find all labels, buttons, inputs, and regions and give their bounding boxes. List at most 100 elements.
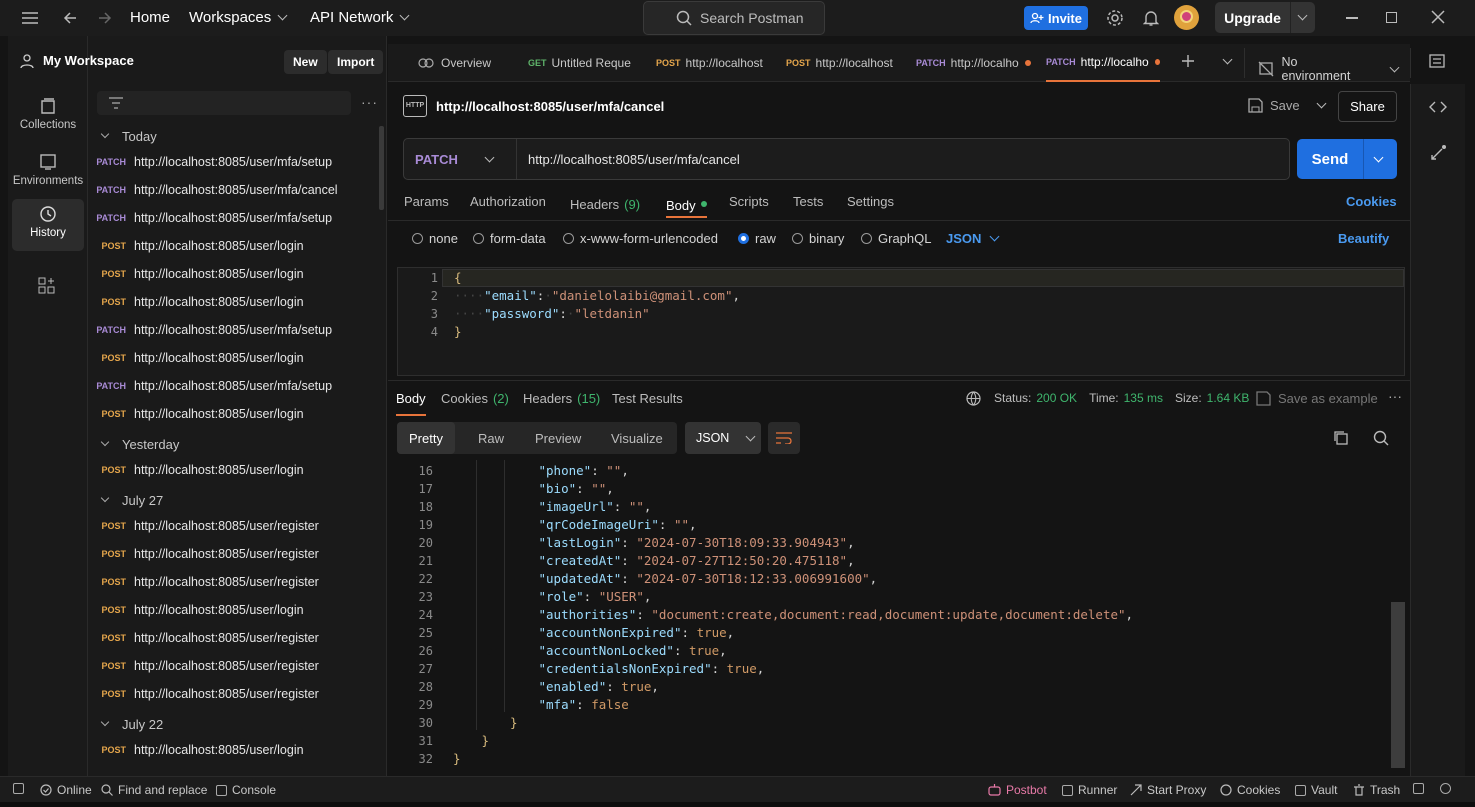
status-value[interactable]: 200 OK: [1036, 391, 1077, 405]
history-item[interactable]: POST http://localhost:8085/user/login: [88, 739, 378, 761]
method-select[interactable]: PATCH: [415, 152, 515, 167]
save-as-example-button[interactable]: Save as example: [1256, 391, 1378, 406]
tab-params[interactable]: Params: [404, 194, 449, 214]
gear-icon[interactable]: [1106, 9, 1124, 30]
menu-icon[interactable]: [22, 12, 38, 27]
online-status[interactable]: Online: [40, 783, 92, 797]
history-item[interactable]: POST http://localhost:8085/user/login: [88, 459, 378, 481]
history-item[interactable]: POST http://localhost:8085/user/register: [88, 683, 378, 705]
api-network-menu[interactable]: API Network: [310, 9, 410, 26]
resp-tab-test-results[interactable]: Test Results: [612, 391, 683, 406]
history-item[interactable]: PATCH http://localhost:8085/user/mfa/setu…: [88, 207, 378, 229]
filter-input[interactable]: [97, 91, 351, 115]
save-button[interactable]: Save: [1248, 98, 1327, 113]
resp-tab-headers[interactable]: Headers (15): [523, 391, 600, 406]
postbot-button[interactable]: Postbot: [988, 783, 1047, 797]
tab-request[interactable]: GET Untitled Reques: [528, 44, 631, 82]
upgrade-button[interactable]: Upgrade: [1215, 2, 1315, 33]
resp-tab-body[interactable]: Body: [396, 391, 426, 416]
resp-tab-cookies[interactable]: Cookies (2): [441, 391, 509, 406]
tabs-overflow-icon[interactable]: [1222, 54, 1233, 65]
toggle-sidebar-icon[interactable]: [13, 783, 24, 794]
history-group-header[interactable]: July 27: [100, 490, 163, 510]
vault-button[interactable]: Vault: [1295, 783, 1337, 797]
maximize-icon[interactable]: [1386, 12, 1397, 23]
send-button[interactable]: Send: [1297, 139, 1397, 179]
view-pretty[interactable]: Pretty: [397, 422, 455, 454]
minimize-icon[interactable]: [1346, 17, 1358, 19]
tab-tests[interactable]: Tests: [793, 194, 823, 214]
add-tab-icon[interactable]: [1181, 54, 1195, 71]
apps-grid-icon[interactable]: [38, 277, 56, 298]
rail-collections[interactable]: Collections: [12, 91, 84, 143]
history-item[interactable]: POST http://localhost:8085/user/register: [88, 655, 378, 677]
code-icon[interactable]: [1429, 100, 1447, 117]
cookies-link[interactable]: Cookies: [1346, 194, 1397, 214]
radio-urlencoded[interactable]: x-www-form-urlencoded: [563, 231, 718, 246]
history-item[interactable]: POST http://localhost:8085/user/register: [88, 543, 378, 565]
runner-button[interactable]: Runner: [1062, 783, 1117, 797]
response-scrollbar[interactable]: [1391, 602, 1405, 768]
environment-quick-look-icon[interactable]: [1429, 53, 1445, 72]
raw-format-select[interactable]: JSON: [946, 231, 1000, 246]
history-group-header[interactable]: July 22: [100, 714, 163, 734]
rail-environments[interactable]: Environments: [12, 147, 84, 199]
tab-body[interactable]: Body: [666, 194, 707, 218]
more-options-icon[interactable]: ···: [1388, 388, 1402, 404]
tab-scripts[interactable]: Scripts: [729, 194, 769, 214]
tab-overview[interactable]: Overview: [418, 44, 518, 82]
radio-none[interactable]: none: [412, 231, 458, 246]
globe-icon[interactable]: [966, 391, 981, 409]
back-arrow-icon[interactable]: [62, 10, 78, 29]
radio-raw[interactable]: raw: [738, 231, 776, 246]
related-icon[interactable]: [1429, 144, 1447, 165]
request-body-editor[interactable]: 1 {2 ····"email":·"danielolaibi@gmail.com"…: [397, 267, 1405, 376]
copy-icon[interactable]: [1333, 430, 1349, 449]
rail-history[interactable]: History: [12, 199, 84, 251]
start-proxy-button[interactable]: Start Proxy: [1130, 783, 1206, 797]
request-title[interactable]: http://localhost:8085/user/mfa/cancel: [436, 99, 664, 114]
tab-request[interactable]: PATCH http://localho: [916, 44, 1034, 82]
console-button[interactable]: Console: [216, 783, 276, 797]
history-group-header[interactable]: Yesterday: [100, 434, 179, 454]
chevron-down-icon[interactable]: [1297, 10, 1308, 21]
history-item[interactable]: POST http://localhost:8085/user/login: [88, 235, 378, 257]
tab-request-active[interactable]: PATCH http://localho: [1046, 44, 1160, 82]
history-item[interactable]: POST http://localhost:8085/user/login: [88, 263, 378, 285]
history-item[interactable]: POST http://localhost:8085/user/login: [88, 403, 378, 425]
history-item[interactable]: POST http://localhost:8085/user/login: [88, 347, 378, 369]
tab-authorization[interactable]: Authorization: [470, 194, 546, 214]
environment-selector[interactable]: No environment: [1258, 55, 1400, 83]
size-value[interactable]: 1.64 KB: [1207, 391, 1250, 405]
beautify-button[interactable]: Beautify: [1338, 231, 1389, 246]
history-item[interactable]: POST http://localhost:8085/user/register: [88, 571, 378, 593]
find-replace-button[interactable]: Find and replace: [101, 783, 207, 797]
url-input[interactable]: http://localhost:8085/user/mfa/cancel: [528, 152, 740, 167]
time-value[interactable]: 135 ms: [1124, 391, 1163, 405]
chevron-down-icon[interactable]: [1373, 152, 1384, 162]
close-icon[interactable]: [1431, 10, 1445, 27]
tab-request[interactable]: POST http://localhost: [786, 44, 894, 82]
share-button[interactable]: Share: [1338, 91, 1397, 122]
search-box[interactable]: Search Postman: [643, 1, 825, 35]
history-item[interactable]: PATCH http://localhost:8085/user/mfa/setu…: [88, 375, 378, 397]
layout-icon[interactable]: [1413, 783, 1424, 794]
history-item[interactable]: PATCH http://localhost:8085/user/mfa/setu…: [88, 319, 378, 341]
avatar[interactable]: [1174, 5, 1199, 30]
import-button[interactable]: Import: [328, 50, 384, 74]
chevron-down-icon[interactable]: [1316, 98, 1327, 109]
workspaces-menu[interactable]: Workspaces: [189, 9, 288, 26]
radio-binary[interactable]: binary: [792, 231, 844, 246]
new-button[interactable]: New: [284, 50, 327, 74]
history-item[interactable]: PATCH http://localhost:8085/user/mfa/canc…: [88, 179, 378, 201]
history-item[interactable]: POST http://localhost:8085/user/register: [88, 627, 378, 649]
view-preview[interactable]: Preview: [523, 422, 593, 454]
history-item[interactable]: POST http://localhost:8085/user/login: [88, 599, 378, 621]
bell-icon[interactable]: [1142, 9, 1160, 30]
invite-button[interactable]: Invite: [1024, 6, 1088, 30]
view-raw[interactable]: Raw: [466, 422, 516, 454]
response-body[interactable]: 16 "phone": "", 17 "bio": "", 18 "imageUrl": …: [397, 460, 1405, 772]
radio-graphql[interactable]: GraphQL: [861, 231, 931, 246]
history-item[interactable]: PATCH http://localhost:8085/user/mfa/setu…: [88, 151, 378, 173]
history-item[interactable]: POST http://localhost:8085/user/register: [88, 515, 378, 537]
